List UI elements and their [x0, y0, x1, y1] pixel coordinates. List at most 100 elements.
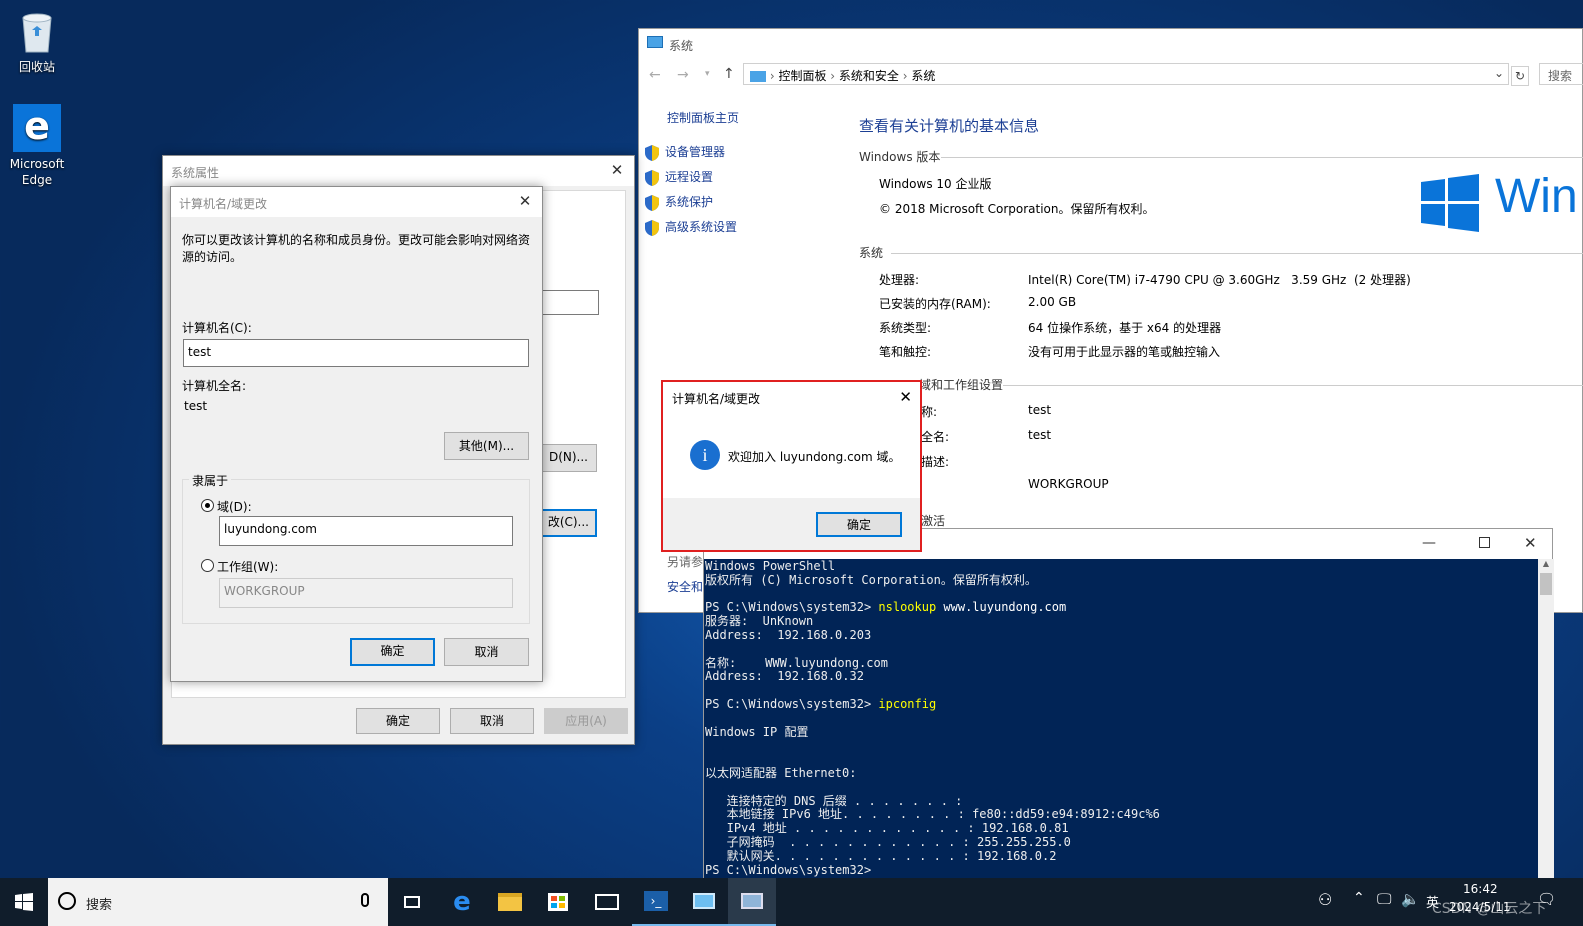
scroll-thumb[interactable] [1540, 573, 1552, 595]
forward-icon[interactable]: → [677, 67, 689, 83]
taskbar-system-properties[interactable] [728, 878, 776, 926]
welcome-message-dialog: 计算机名/域更改 ✕ i 欢迎加入 luyundong.com 域。 确定 [661, 380, 922, 552]
maximize-icon[interactable] [1479, 537, 1490, 548]
taskbar-control-panel[interactable] [680, 878, 728, 926]
system-properties-icon [741, 893, 763, 909]
breadcrumb-system[interactable]: 系统 [911, 69, 935, 83]
powershell-window: — ✕ Windows PowerShell 版权所有 (C) Microsoft… [703, 528, 1554, 881]
taskbar-search-placeholder: 搜索 [86, 898, 113, 913]
name-change-dialog: 计算机名/域更改 ✕ 你可以更改该计算机的名称和成员身份。更改可能会影响对网络资源… [170, 186, 543, 682]
shield-icon [645, 194, 659, 211]
pen-touch-value: 没有可用于此显示器的笔或触控输入 [1028, 345, 1221, 359]
microphone-icon[interactable] [361, 893, 369, 907]
windows-logo-text: Win [1495, 170, 1578, 223]
powershell-console[interactable]: Windows PowerShell 版权所有 (C) Microsoft Cor… [704, 559, 1538, 881]
taskbar-explorer[interactable] [486, 878, 534, 926]
back-icon[interactable]: ← [649, 67, 661, 83]
sysprops-cancel-button[interactable]: 取消 [450, 708, 534, 734]
see-also-label: 另请参 [667, 555, 704, 569]
computer-name-label: 称: [921, 405, 938, 419]
recycle-bin-shortcut[interactable]: 回收站 [0, 8, 74, 75]
workgroup-input[interactable]: WORKGROUP [219, 578, 513, 608]
domain-radio[interactable] [201, 499, 214, 512]
system-titlebar: 系统 [639, 29, 1582, 57]
refresh-icon[interactable]: ↻ [1511, 66, 1529, 86]
breadcrumb-control-panel[interactable]: 控制面板 [778, 69, 826, 83]
close-icon[interactable]: ✕ [1524, 534, 1537, 552]
console-line: 默认网关. . . . . . . . . . . . . : 192.168.… [705, 848, 1057, 863]
workgroup-radio[interactable] [201, 559, 214, 572]
sidebar-item-advanced-settings[interactable]: 高级系统设置 [645, 218, 737, 236]
sysprops-description-field[interactable] [541, 290, 599, 315]
minimize-icon[interactable]: — [1422, 535, 1436, 551]
address-dropdown-icon[interactable]: ⌄ [1494, 66, 1504, 80]
description-text: 你可以更改该计算机的名称和成员身份。更改可能会影响对网络资源的访问。 [182, 233, 531, 264]
workgroup-label[interactable]: 工作组(W): [217, 558, 278, 575]
close-icon[interactable]: ✕ [600, 156, 634, 184]
scroll-up-icon[interactable]: ▲ [1538, 559, 1554, 573]
windows-logo [1421, 174, 1481, 235]
domain-label[interactable]: 域(D): [217, 498, 252, 515]
control-panel-icon [693, 893, 715, 909]
cortana-icon [58, 892, 76, 910]
up-icon[interactable]: ↑ [723, 66, 735, 82]
start-button[interactable] [0, 878, 48, 926]
notification-icon[interactable]: 🗨 [1537, 890, 1556, 908]
recent-dropdown-icon[interactable]: ▾ [705, 69, 710, 79]
console-line: 服务器: UnKnown [705, 614, 814, 629]
full-name-value: test [184, 399, 208, 413]
security-link[interactable]: 安全和 [667, 578, 703, 595]
console-line: PS C:\Windows\system32> nslookup www.luy… [705, 600, 1538, 615]
message-ok-button[interactable]: 确定 [816, 512, 902, 537]
other-button[interactable]: 其他(M)... [444, 432, 529, 460]
clock-time[interactable]: 16:42 [1463, 882, 1498, 896]
cancel-button[interactable]: 取消 [444, 638, 529, 666]
computer-name-value: test [1028, 403, 1052, 417]
edition-section-label: Windows 版本 [859, 150, 941, 164]
taskbar-edge[interactable]: e [438, 878, 486, 926]
domain-input[interactable]: luyundong.com [219, 516, 513, 546]
processor-value: Intel(R) Core(TM) i7-4790 CPU @ 3.60GHz … [1028, 273, 1411, 287]
address-bar[interactable]: › 控制面板 › 系统和安全 › 系统 ⌄ [743, 63, 1509, 85]
system-properties-titlebar: 系统属性 ✕ [163, 156, 634, 186]
name-section-label: 域和工作组设置 [919, 378, 1004, 392]
chevron-up-icon[interactable]: ⌃ [1353, 890, 1365, 906]
windows-start-icon [15, 893, 33, 911]
sidebar-item-remote-settings[interactable]: 远程设置 [645, 168, 713, 186]
close-icon[interactable]: ✕ [508, 187, 542, 215]
search-box[interactable]: 搜索 [1539, 63, 1583, 85]
network-icon[interactable]: 🖵 [1377, 890, 1391, 908]
sysprops-id-button[interactable]: D(N)... [541, 444, 597, 472]
task-view-button[interactable] [388, 878, 436, 926]
sysprops-change-button[interactable]: 改(C)... [541, 509, 597, 537]
sidebar-item-system-protection[interactable]: 系统保护 [645, 193, 713, 211]
taskbar-powershell[interactable]: ›_ [632, 878, 680, 926]
recycle-bin-icon [17, 8, 57, 54]
breadcrumb-system-security[interactable]: 系统和安全 [839, 69, 899, 83]
full-name-label: 全名: [921, 430, 950, 444]
console-line: Windows PowerShell [705, 559, 836, 573]
computer-name-input[interactable]: test [183, 339, 529, 367]
sidebar-control-panel-home[interactable]: 控制面板主页 [667, 109, 739, 126]
taskbar-store[interactable] [534, 878, 582, 926]
edge-icon: e [13, 104, 61, 152]
description-label: 描述: [921, 455, 950, 469]
ok-button[interactable]: 确定 [350, 638, 435, 666]
sysprops-apply-button[interactable]: 应用(A) [544, 708, 628, 734]
sysprops-ok-button[interactable]: 确定 [356, 708, 440, 734]
taskbar-mail[interactable] [583, 878, 631, 926]
info-icon: i [690, 440, 720, 470]
system-type-value: 64 位操作系统，基于 x64 的处理器 [1028, 321, 1222, 335]
console-line: 版权所有 (C) Microsoft Corporation。保留所有权利。 [705, 572, 1037, 587]
people-icon[interactable]: ⚇ [1318, 890, 1332, 909]
close-icon[interactable]: ✕ [899, 388, 912, 406]
edge-shortcut[interactable]: e Microsoft Edge [0, 104, 74, 188]
shield-icon [645, 144, 659, 161]
full-name-label: 计算机全名: [182, 379, 247, 393]
volume-icon[interactable]: 🔈 [1401, 890, 1420, 908]
scrollbar[interactable]: ▲ [1538, 559, 1554, 881]
sidebar-item-device-manager[interactable]: 设备管理器 [645, 143, 725, 161]
taskbar-search-box[interactable]: 搜索 [48, 878, 388, 926]
